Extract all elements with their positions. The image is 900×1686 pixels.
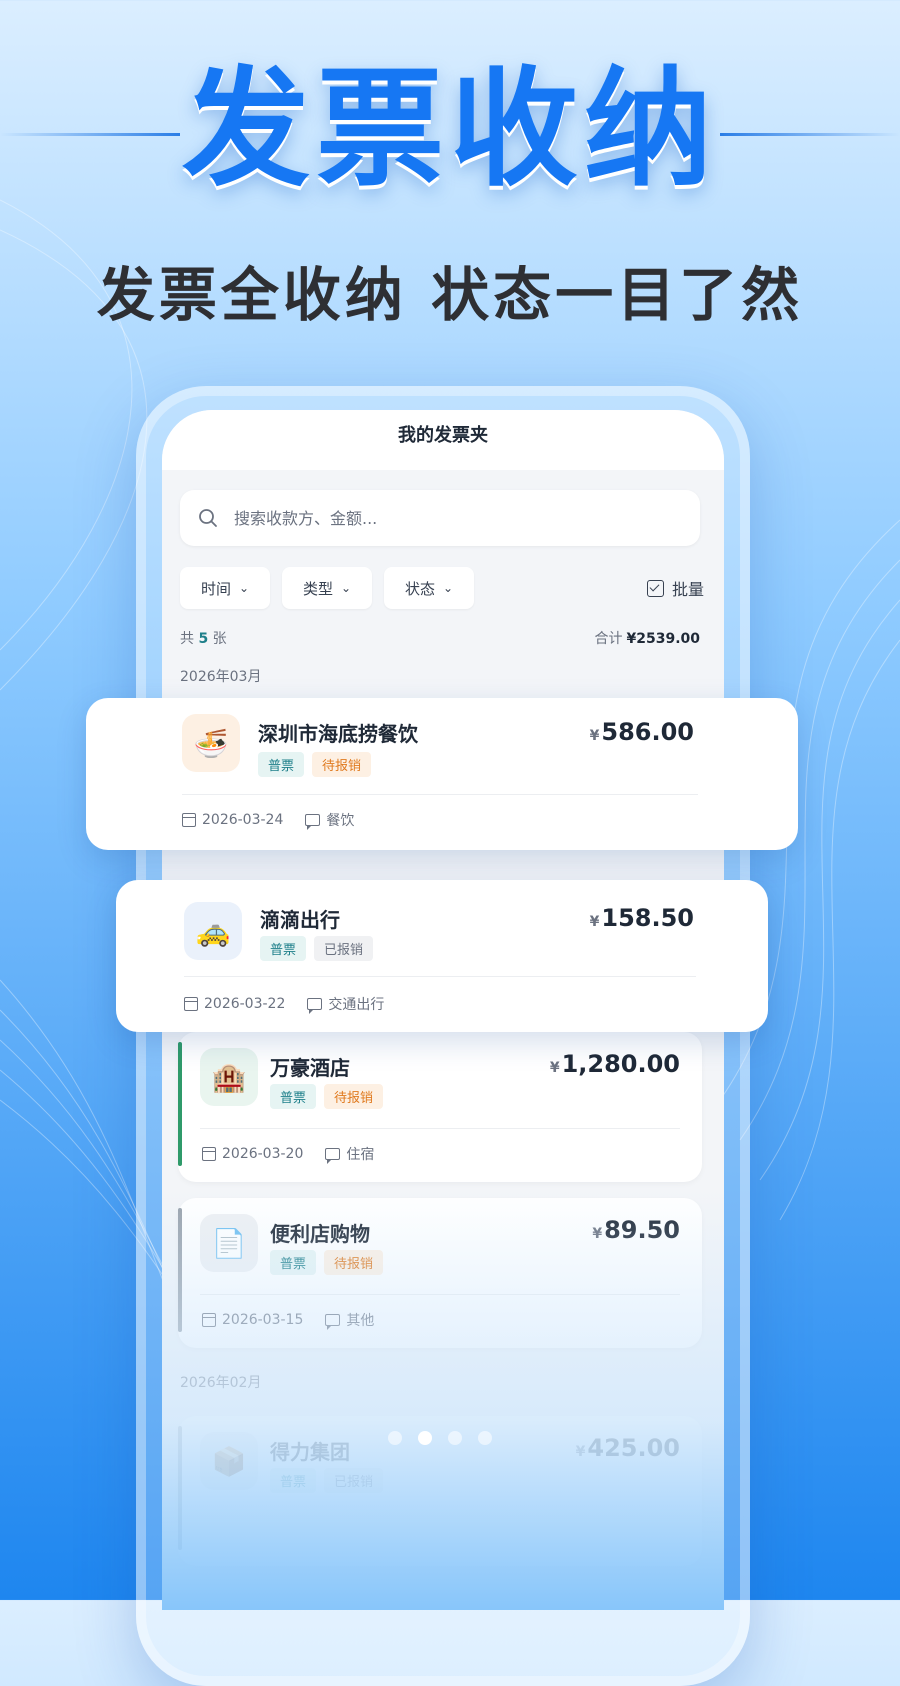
page-title: 我的发票夹 <box>162 410 724 470</box>
invoice-status-badge: 已报销 <box>324 1468 384 1493</box>
search-input[interactable] <box>232 507 656 529</box>
page-indicator <box>388 1431 508 1445</box>
invoice-status-badge: 待报销 <box>312 752 372 777</box>
card-divider <box>200 1294 680 1295</box>
filter-status[interactable]: 状态 ⌄ <box>384 567 474 609</box>
invoice-status-badge: 已报销 <box>314 936 374 961</box>
invoice-status-badge: 待报销 <box>324 1250 384 1275</box>
invoice-type-badge: 普票 <box>270 1084 317 1109</box>
taxi-icon: 🚕 <box>184 902 242 960</box>
invoice-date: 2026-03-24 <box>202 812 284 828</box>
filter-status-label: 状态 <box>404 579 435 598</box>
invoice-amount: ¥89.50 <box>592 1216 680 1244</box>
document-icon: 📄 <box>200 1214 258 1272</box>
calendar-icon <box>202 1147 216 1161</box>
invoice-amount: ¥586.00 <box>589 718 694 746</box>
invoice-payee: 得力集团 <box>270 1440 350 1464</box>
month-header: 2026年02月 <box>180 1375 262 1391</box>
card-accent-bar <box>178 1208 182 1332</box>
invoice-card-highlighted[interactable]: 🍜 深圳市海底捞餐饮 普票 待报销 ¥586.00 2026-03-24 餐饮 <box>86 698 798 850</box>
invoice-category: 餐饮 <box>326 813 355 829</box>
invoice-tags: 普票 待报销 <box>270 1250 391 1275</box>
invoice-meta: 2026-03-24 餐饮 <box>182 810 354 830</box>
card-accent-bar <box>178 1042 182 1166</box>
hero-title: 发票收纳 <box>181 55 718 204</box>
invoice-total: 合计 ¥2539.00 <box>594 631 700 647</box>
chevron-down-icon: ⌄ <box>340 581 352 595</box>
invoice-tags: 普票 已报销 <box>270 1468 391 1493</box>
box-icon: 📦 <box>200 1432 258 1490</box>
invoice-payee: 万豪酒店 <box>270 1056 350 1080</box>
filter-time[interactable]: 时间 ⌄ <box>180 567 270 609</box>
invoice-status-badge: 待报销 <box>324 1084 384 1109</box>
month-header: 2026年03月 <box>180 669 262 685</box>
card-divider <box>184 976 696 977</box>
invoice-payee: 深圳市海底捞餐饮 <box>258 722 418 746</box>
invoice-type-badge: 普票 <box>270 1468 317 1493</box>
invoice-summary: 共 5 张 合计 ¥2539.00 <box>180 628 700 648</box>
invoice-date: 2026-03-15 <box>222 1312 304 1328</box>
page-dot[interactable] <box>388 1431 402 1445</box>
invoice-tags: 普票 已报销 <box>260 936 381 961</box>
invoice-meta: 2026-03-22 交通出行 <box>184 994 384 1014</box>
invoice-card[interactable]: 🏨 万豪酒店 普票 待报销 ¥1,280.00 2026-03-20 住宿 <box>178 1032 702 1182</box>
invoice-card[interactable]: 📄 便利店购物 普票 待报销 ¥89.50 2026-03-15 其他 <box>178 1198 702 1348</box>
comment-icon <box>325 1148 341 1164</box>
invoice-category: 其他 <box>346 1313 375 1329</box>
page-dot[interactable] <box>448 1431 462 1445</box>
invoice-type-badge: 普票 <box>260 936 307 961</box>
filter-type-label: 类型 <box>302 579 333 598</box>
search-bar[interactable] <box>180 490 700 546</box>
comment-icon <box>307 998 323 1014</box>
chevron-down-icon: ⌄ <box>442 581 454 595</box>
noodle-bowl-icon: 🍜 <box>182 714 240 772</box>
invoice-meta: 2026-03-20 住宿 <box>202 1144 374 1164</box>
invoice-tags: 普票 待报销 <box>270 1084 391 1109</box>
filter-bar: 时间 ⌄ 类型 ⌄ 状态 ⌄ 批量 <box>180 566 704 610</box>
checkbox-icon <box>646 579 664 597</box>
invoice-amount: ¥158.50 <box>589 904 694 932</box>
card-divider <box>200 1128 680 1129</box>
invoice-type-badge: 普票 <box>258 752 305 777</box>
invoice-date: 2026-03-20 <box>222 1146 304 1162</box>
batch-select-button[interactable]: 批量 <box>646 576 704 600</box>
filter-time-label: 时间 <box>200 579 231 598</box>
calendar-icon <box>202 1313 216 1327</box>
invoice-amount: ¥425.00 <box>575 1434 680 1462</box>
invoice-tags: 普票 待报销 <box>258 752 379 777</box>
chevron-down-icon: ⌄ <box>238 581 250 595</box>
invoice-category: 交通出行 <box>328 997 385 1013</box>
invoice-count: 共 5 张 <box>180 631 227 647</box>
invoice-date: 2026-03-22 <box>204 996 286 1012</box>
invoice-type-badge: 普票 <box>270 1250 317 1275</box>
card-accent-bar <box>178 1426 182 1550</box>
invoice-category: 住宿 <box>346 1147 375 1163</box>
filter-type[interactable]: 类型 ⌄ <box>282 567 372 609</box>
invoice-amount: ¥1,280.00 <box>549 1050 680 1078</box>
invoice-meta: 2026-03-15 其他 <box>202 1310 374 1330</box>
calendar-icon <box>182 813 196 827</box>
hotel-icon: 🏨 <box>200 1048 258 1106</box>
invoice-payee: 便利店购物 <box>270 1222 370 1246</box>
invoice-card-highlighted[interactable]: 🚕 滴滴出行 普票 已报销 ¥158.50 2026-03-22 交通出行 <box>116 880 768 1032</box>
comment-icon <box>305 814 321 830</box>
page-dot[interactable] <box>478 1431 492 1445</box>
hero-subtitle: 发票全收纳 状态一目了然 <box>96 261 804 329</box>
batch-label: 批量 <box>671 580 704 599</box>
search-icon <box>199 509 217 527</box>
card-divider <box>182 794 698 795</box>
comment-icon <box>325 1314 341 1330</box>
invoice-payee: 滴滴出行 <box>260 908 340 932</box>
page-dot-active[interactable] <box>418 1431 432 1445</box>
calendar-icon <box>184 997 198 1011</box>
